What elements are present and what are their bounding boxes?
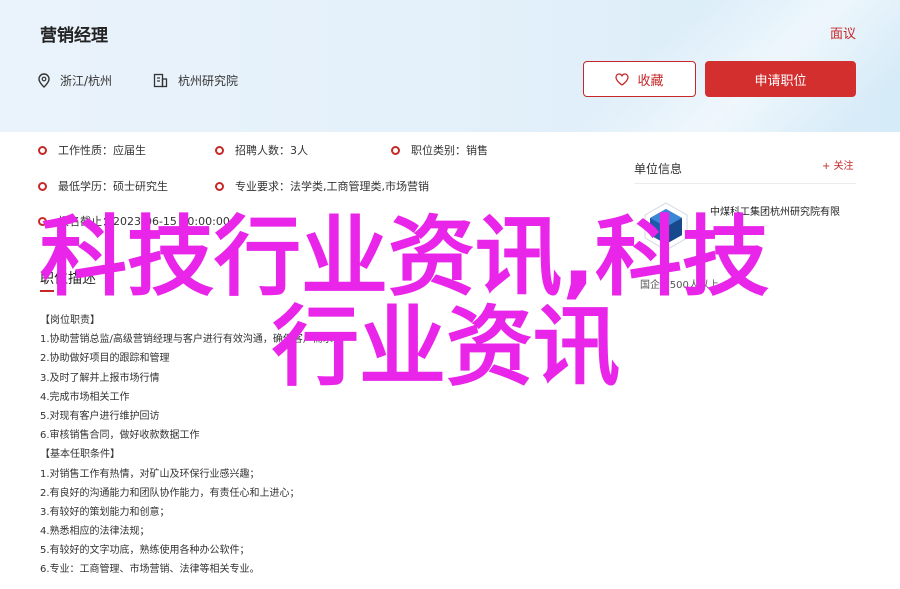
favorite-button[interactable]: 收藏 xyxy=(583,61,696,97)
description-line: 6.专业：工商管理、市场营销、法律等相关专业。 xyxy=(40,564,260,576)
favorite-label: 收藏 xyxy=(637,73,664,89)
bullet-icon xyxy=(215,145,224,155)
info-value: 法学类,工商管理类,市场营销 xyxy=(290,180,429,193)
description-line: 6.审核销售合同，做好收款数据工作 xyxy=(40,430,200,442)
sidebar-title: 单位信息 xyxy=(634,162,683,176)
info-value: 销售 xyxy=(466,144,488,157)
description-line: 5.对现有客户进行维护回访 xyxy=(40,410,160,422)
info-major: 专业要求： 法学类,工商管理类,市场营销 xyxy=(215,178,429,194)
info-label: 职位类别： xyxy=(411,144,466,157)
salary-label: 面议 xyxy=(829,27,856,42)
sidebar-divider xyxy=(634,183,856,184)
description-line: 5.有较好的文字功底，熟练使用各种办公软件； xyxy=(40,545,250,557)
info-category: 职位类别： 销售 xyxy=(391,142,488,158)
description-line: 【基本任职条件】 xyxy=(40,449,120,461)
building-icon xyxy=(153,73,168,88)
organization-text: 杭州研究院 xyxy=(178,74,239,88)
bullet-icon xyxy=(38,145,47,155)
info-value: 应届生 xyxy=(113,144,146,157)
follow-button[interactable]: + 关注 xyxy=(822,157,854,172)
location-pin-icon xyxy=(38,73,50,88)
job-title: 营销经理 xyxy=(40,26,108,46)
overlay-text-line-1: 科技行业资讯,科技 xyxy=(40,206,770,308)
info-education: 最低学历： 硕士研究生 xyxy=(38,178,168,194)
info-label: 工作性质： xyxy=(58,144,113,157)
info-value: 硕士研究生 xyxy=(113,180,168,193)
description-line: 4.熟悉相应的法律法规； xyxy=(40,526,150,538)
overlay-text-line-2: 行业资讯 xyxy=(272,296,620,398)
heart-icon xyxy=(615,72,630,86)
info-label: 专业要求： xyxy=(235,180,290,193)
info-label: 最低学历： xyxy=(58,180,113,193)
apply-button[interactable]: 申请职位 xyxy=(705,61,856,97)
description-line: 3.有较好的策划能力和创意； xyxy=(40,506,170,518)
description-line: 1.对销售工作有热情，对矿山及环保行业感兴趣； xyxy=(40,468,260,480)
job-location: 浙江/杭州 xyxy=(38,72,112,89)
description-line: 2.有良好的沟通能力和团队协作能力，有责任心和上进心； xyxy=(40,487,300,499)
bullet-icon xyxy=(215,181,224,191)
info-work-type: 工作性质： 应届生 xyxy=(38,142,146,158)
bullet-icon xyxy=(391,145,400,155)
info-recruit-count: 招聘人数： 3人 xyxy=(215,142,308,158)
job-organization: 杭州研究院 xyxy=(153,72,238,89)
info-value: 3人 xyxy=(290,144,308,157)
location-text: 浙江/杭州 xyxy=(60,74,113,88)
info-label: 招聘人数： xyxy=(235,144,290,157)
bullet-icon xyxy=(38,181,47,191)
job-header: 营销经理 面议 浙江/杭州 杭州研究院 收藏 申请职位 xyxy=(0,0,900,132)
